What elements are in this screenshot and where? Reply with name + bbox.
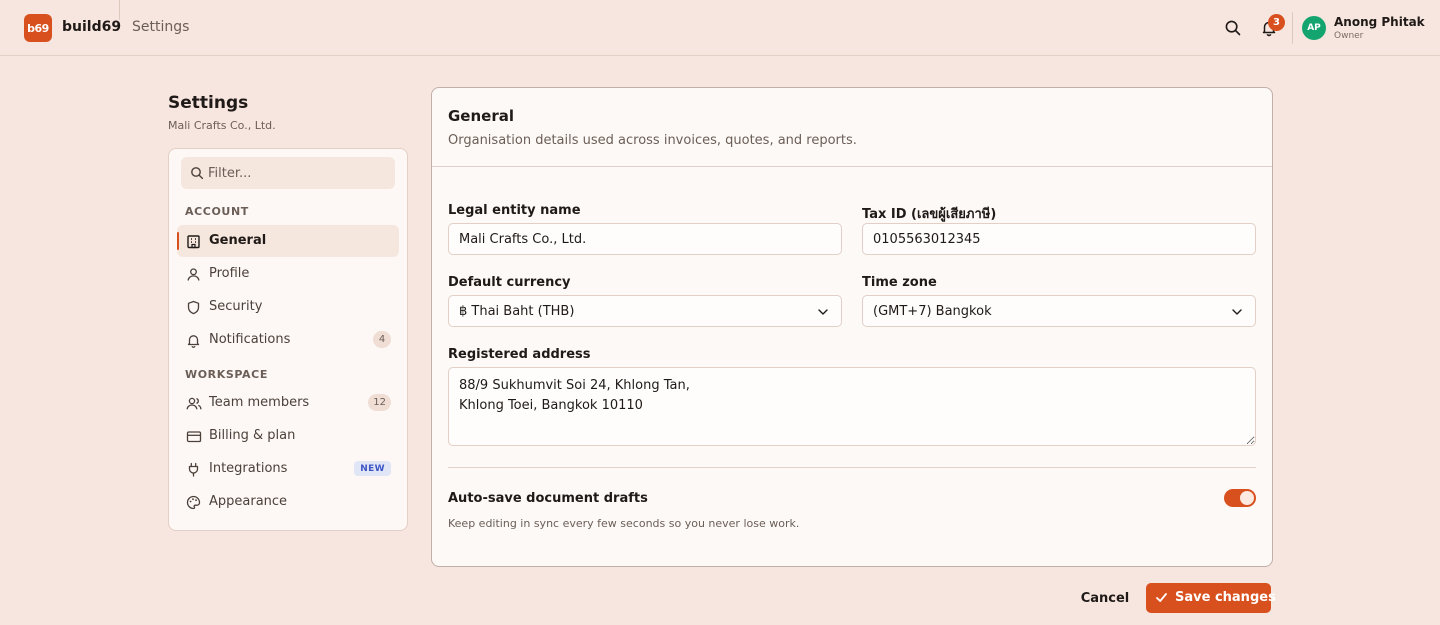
notification-count-badge: 3	[1268, 14, 1285, 31]
users-icon	[186, 396, 202, 411]
sidebar-item-label: Appearance	[209, 494, 288, 509]
bell-icon	[186, 333, 201, 348]
new-badge: NEW	[354, 461, 391, 476]
legal-name-label: Legal entity name	[448, 203, 581, 218]
sidebar-item-general[interactable]: General	[177, 225, 399, 257]
filter-box	[181, 157, 395, 189]
user-role: Owner	[1334, 31, 1364, 41]
autosave-toggle[interactable]	[1224, 489, 1256, 507]
legal-name-input[interactable]	[448, 223, 842, 255]
count-badge: 12	[368, 394, 391, 411]
page-title: General	[448, 107, 514, 125]
palette-icon	[186, 495, 201, 510]
user-divider	[1292, 12, 1293, 44]
autosave-title: Auto-save document drafts	[448, 491, 648, 506]
sidebar-title: Settings	[168, 93, 249, 113]
sidebar-item-integrations[interactable]: Integrations NEW	[177, 453, 399, 485]
section-label-workspace: WORKSPACE	[185, 368, 268, 381]
filter-input[interactable]	[208, 157, 388, 189]
sidebar-item-label: Billing & plan	[209, 428, 296, 443]
autosave-description: Keep editing in sync every few seconds s…	[448, 517, 800, 530]
sidebar-item-label: General	[209, 233, 267, 248]
tax-id-input[interactable]	[862, 223, 1256, 255]
address-textarea[interactable]: 88/9 Sukhumvit Soi 24, Khlong Tan, Khlon…	[448, 367, 1256, 446]
tax-id-label: Tax ID (เลขผู้เสียภาษี)	[862, 207, 997, 222]
sidebar-item-label: Notifications	[209, 332, 291, 347]
top-bar: b69 build69 Settings 3 AP Anong Phitak O…	[0, 0, 1440, 56]
timezone-select[interactable]: (GMT+7) Bangkok	[862, 295, 1256, 327]
sidebar-item-notifications[interactable]: Notifications 4	[177, 324, 399, 356]
sidebar-item-label: Integrations	[209, 461, 288, 476]
user-icon	[186, 267, 201, 282]
sidebar-item-appearance[interactable]: Appearance	[177, 486, 399, 518]
check-icon	[1155, 591, 1168, 604]
divider	[448, 467, 1256, 468]
toggle-knob	[1240, 491, 1254, 505]
page-description: Organisation details used across invoice…	[448, 133, 857, 148]
credit-card-icon	[186, 429, 202, 444]
user-name[interactable]: Anong Phitak	[1334, 15, 1425, 29]
logo-text: b69	[27, 21, 49, 35]
building-icon	[186, 234, 201, 249]
section-label-account: ACCOUNT	[185, 205, 249, 218]
sidebar-item-label: Security	[209, 299, 263, 314]
app-name: build69	[62, 19, 122, 35]
sidebar-subtitle: Mali Crafts Co., Ltd.	[168, 119, 276, 132]
address-label: Registered address	[448, 347, 591, 362]
sidebar-item-team-members[interactable]: Team members 12	[177, 387, 399, 419]
avatar[interactable]: AP	[1302, 16, 1326, 40]
app-logo[interactable]: b69	[24, 14, 52, 42]
plug-icon	[186, 462, 201, 477]
timezone-label: Time zone	[862, 275, 937, 290]
search-icon	[190, 166, 204, 180]
chevron-down-icon	[817, 306, 829, 318]
cancel-button[interactable]: Cancel	[1074, 583, 1136, 613]
breadcrumb[interactable]: Settings	[132, 19, 189, 35]
sidebar-item-label: Team members	[209, 395, 310, 410]
currency-select[interactable]: ฿ Thai Baht (THB)	[448, 295, 842, 327]
search-icon[interactable]	[1224, 19, 1242, 37]
timezone-value: (GMT+7) Bangkok	[873, 304, 992, 319]
save-button[interactable]: Save changes	[1146, 583, 1276, 613]
settings-nav: ACCOUNT General Profile Security Notific…	[168, 148, 408, 531]
currency-label: Default currency	[448, 275, 571, 290]
general-settings-card: General Organisation details used across…	[431, 87, 1273, 567]
shield-icon	[186, 300, 201, 315]
sidebar-item-billing[interactable]: Billing & plan	[177, 420, 399, 452]
sidebar-item-label: Profile	[209, 266, 250, 281]
count-badge: 4	[373, 331, 391, 348]
chevron-down-icon	[1231, 306, 1243, 318]
save-button-label: Save changes	[1175, 590, 1276, 605]
top-divider	[119, 0, 120, 20]
currency-value: ฿ Thai Baht (THB)	[459, 304, 575, 319]
sidebar-item-profile[interactable]: Profile	[177, 258, 399, 290]
sidebar-item-security[interactable]: Security	[177, 291, 399, 323]
card-header: General Organisation details used across…	[432, 88, 1272, 167]
